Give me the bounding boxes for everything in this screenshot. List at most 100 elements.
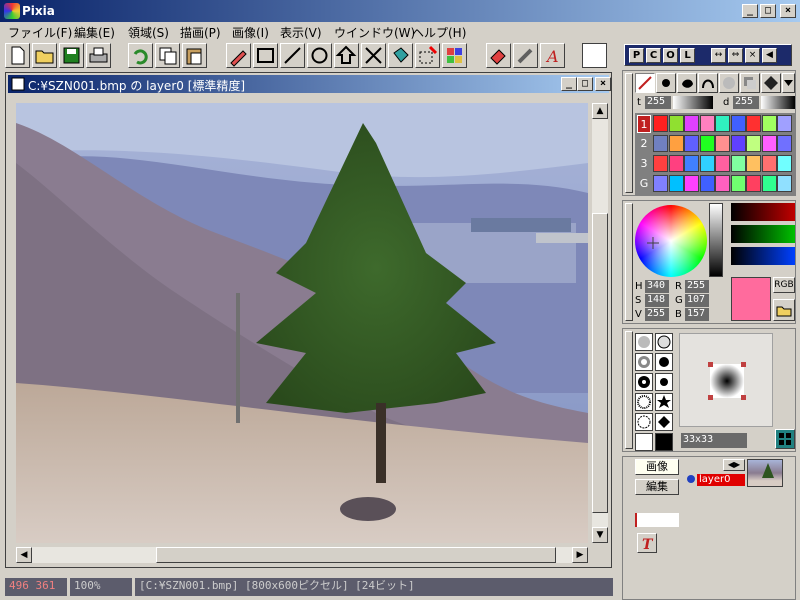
pen-tool-button[interactable] [226,43,251,68]
brush-splatter[interactable] [635,413,653,431]
layer-visibility-icon[interactable] [685,473,697,485]
curve-brush-button[interactable] [698,73,718,93]
airbrush-button[interactable] [656,73,676,93]
palette-swatch[interactable] [653,115,668,132]
minimize-button[interactable]: _ [742,4,758,18]
diamond-brush-button[interactable] [761,73,781,93]
palette-swatch[interactable] [746,175,761,192]
panel-l-button[interactable]: L [680,48,695,63]
brush-small-dot[interactable] [655,373,673,391]
palette-swatch[interactable] [715,115,730,132]
print-button[interactable] [86,43,111,68]
smudge-tool-button[interactable] [513,43,538,68]
fill-tool-button[interactable] [388,43,413,68]
menu-edit[interactable]: 編集(E) [74,24,115,41]
b-value[interactable]: 157 [685,308,709,321]
image-canvas[interactable] [16,103,588,543]
brush-ring[interactable] [635,353,653,371]
eraser-tool-button[interactable] [486,43,511,68]
layer-thumbnail[interactable] [747,459,783,487]
palette-swatch[interactable] [761,155,777,172]
palette-swatch[interactable] [777,175,792,192]
horizontal-scrollbar[interactable]: ◀ ▶ [16,547,588,563]
panel-close-icon[interactable]: × [745,48,760,63]
brush-size-field[interactable]: 33x33 [681,433,747,448]
palette-swatch[interactable] [730,155,746,172]
layer-move-arrows-icon[interactable]: ◀▶ [723,459,745,471]
scroll-left-arrow-icon[interactable]: ◀ [16,547,32,563]
save-button[interactable] [59,43,84,68]
palette-swatch[interactable] [699,155,715,172]
menu-file[interactable]: ファイル(F) [8,24,72,41]
palette-row-2-tab[interactable]: 2 [637,135,651,153]
rgb-mode-button[interactable]: RGB [773,277,795,293]
palette-swatch[interactable] [730,175,746,192]
doc-minimize-button[interactable]: _ [561,77,577,91]
edit-tab[interactable]: 編集 [635,479,679,495]
rectangle-tool-button[interactable] [253,43,278,68]
v-value[interactable]: 255 [645,308,669,321]
value-slider[interactable] [709,203,723,277]
hue-color-wheel[interactable] [635,205,707,277]
palette-swatch[interactable] [715,135,730,152]
d-gradient-slider[interactable] [761,96,795,109]
pen-dropdown-button[interactable] [782,73,795,93]
layer-opacity-bar[interactable] [635,513,679,527]
select-tool-button[interactable] [415,43,440,68]
doc-maximize-button[interactable]: □ [577,77,593,91]
menu-help[interactable]: ヘルプ(H) [412,24,466,41]
polygon-tool-button[interactable] [334,43,359,68]
horizontal-scroll-thumb[interactable] [156,547,556,563]
palette-swatch[interactable] [777,135,792,152]
move-arrows-icon[interactable]: ⇔ [728,48,743,63]
doc-close-button[interactable]: × [595,77,611,91]
palette-swatch[interactable] [746,155,761,172]
t-value-field[interactable]: 255 [645,96,671,109]
maximize-button[interactable]: □ [760,4,776,18]
palette-swatch[interactable] [715,155,730,172]
palette-swatch[interactable] [668,155,684,172]
scroll-right-arrow-icon[interactable]: ▶ [572,547,588,563]
brush-soft-round-white[interactable] [655,333,673,351]
paste-button[interactable] [182,43,207,68]
red-channel-slider[interactable] [731,203,795,221]
palette-swatch[interactable] [761,115,777,132]
panel-p-button[interactable]: P [629,48,644,63]
current-color-swatch[interactable] [582,43,607,68]
ellipse-tool-button[interactable] [307,43,332,68]
palette-swatch[interactable] [668,175,684,192]
panel-o-button[interactable]: O [663,48,678,63]
image-tab[interactable]: 画像 [635,459,679,475]
mosaic-tool-button[interactable] [442,43,467,68]
palette-row-g-tab[interactable]: G [637,175,651,193]
undo-button[interactable] [128,43,153,68]
green-channel-slider[interactable] [731,225,795,243]
brush-hard-ring[interactable] [635,373,653,391]
stamp-brush-button[interactable] [740,73,760,93]
color-file-button[interactable] [773,299,795,321]
menu-selection[interactable]: 領域(S) [128,24,169,41]
palette-swatch[interactable] [730,135,746,152]
palette-swatch[interactable] [653,155,668,172]
close-button[interactable]: × [780,4,796,18]
palette-row-3-tab[interactable]: 3 [637,155,651,173]
blue-channel-slider[interactable] [731,247,795,265]
d-value-field[interactable]: 255 [733,96,759,109]
r-value[interactable]: 255 [685,280,709,293]
brush-grid-button[interactable] [775,429,795,449]
new-file-button[interactable] [5,43,30,68]
brush-dotted[interactable] [635,393,653,411]
scroll-up-arrow-icon[interactable]: ▲ [592,103,608,119]
palette-swatch[interactable] [715,175,730,192]
panel-c-button[interactable]: C [646,48,661,63]
menu-image[interactable]: 画像(I) [232,24,269,41]
g-value[interactable]: 107 [685,294,709,307]
layer-text-button[interactable]: T [637,533,657,553]
palette-swatch[interactable] [668,135,684,152]
s-value[interactable]: 148 [645,294,669,307]
palette-row-1-tab[interactable]: 1 [637,115,651,133]
palette-swatch[interactable] [684,135,699,152]
menu-window[interactable]: ウインドウ(W) [334,24,415,41]
blur-brush-button[interactable] [719,73,739,93]
brush-star[interactable] [655,393,673,411]
